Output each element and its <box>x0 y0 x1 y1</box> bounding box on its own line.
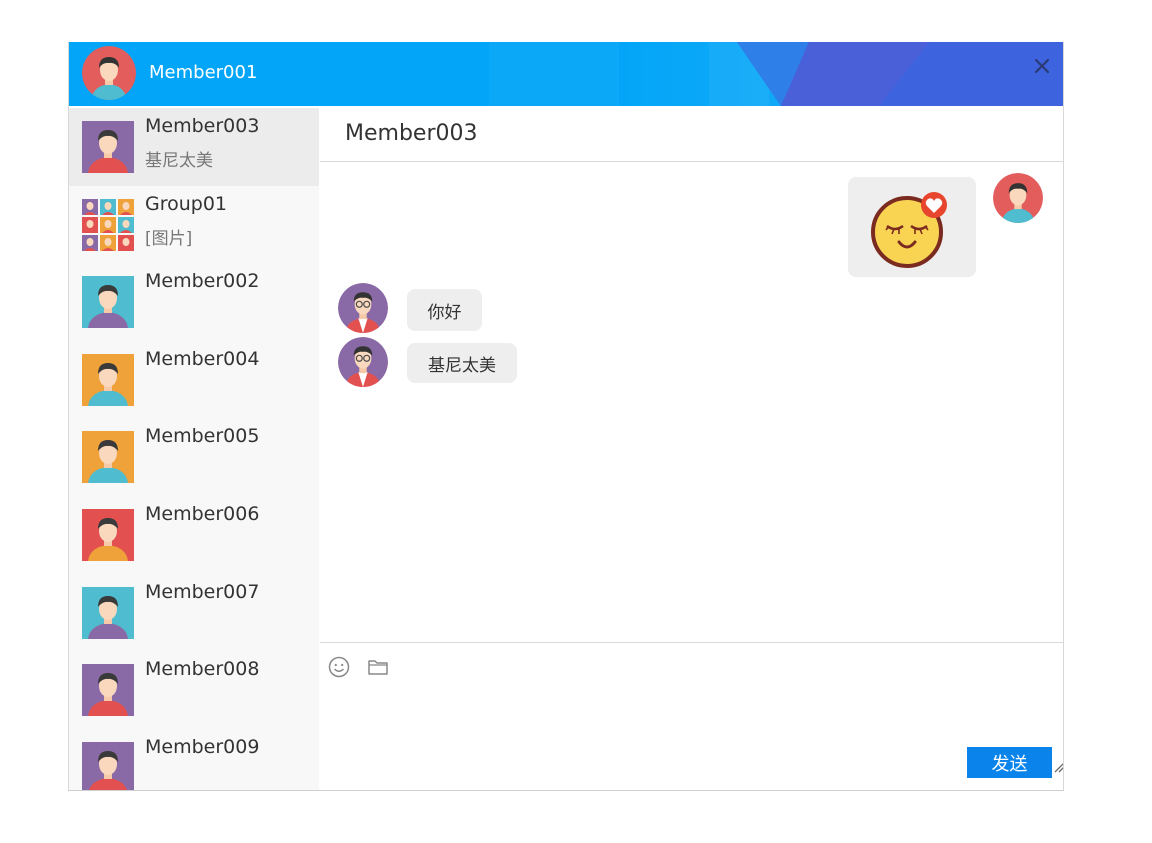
happy-face-heart-sticker <box>871 192 947 268</box>
contact-name: Member006 <box>145 503 260 525</box>
contact-item[interactable]: Member004 <box>69 341 319 419</box>
resize-grip-icon[interactable] <box>1052 759 1064 773</box>
contact-name: Member009 <box>145 735 260 758</box>
contact-avatar <box>82 586 134 639</box>
close-button[interactable] <box>1029 53 1055 79</box>
self-avatar[interactable] <box>82 46 136 100</box>
contact-item[interactable]: Member002 <box>69 263 319 341</box>
emoji-button[interactable] <box>327 655 351 679</box>
chat-header: Member003 <box>320 106 1063 162</box>
contact-name: Group01 <box>145 192 228 215</box>
contact-name: Member008 <box>145 658 260 681</box>
contact-avatar <box>82 664 134 717</box>
contact-item[interactable]: Member009 <box>69 729 319 790</box>
contact-avatar <box>82 431 134 484</box>
title-bar: Member001 <box>69 42 1063 106</box>
contact-avatar <box>82 741 134 790</box>
message-list: 你好 基尼太美 <box>320 162 1063 642</box>
contact-item[interactable]: Group01 [图片] <box>69 186 319 264</box>
self-name: Member001 <box>149 62 258 83</box>
message-input-area[interactable]: 发送 <box>320 642 1064 790</box>
send-button[interactable]: 发送 <box>967 747 1052 778</box>
contact-avatar <box>82 353 134 406</box>
self-message-avatar[interactable] <box>993 173 1043 223</box>
message-bubble[interactable]: 基尼太美 <box>407 343 517 383</box>
contact-item[interactable]: Member008 <box>69 651 319 729</box>
folder-icon <box>368 660 388 675</box>
contact-item[interactable]: Member006 <box>69 496 319 574</box>
contact-name: Member002 <box>145 270 260 293</box>
sticker-bubble[interactable] <box>848 177 976 277</box>
contact-last-message: 基尼太美 <box>145 151 213 171</box>
file-button[interactable] <box>366 655 390 679</box>
contact-avatar <box>82 121 134 173</box>
contact-item[interactable]: Member007 <box>69 574 319 652</box>
contact-name: Member003 <box>145 115 260 137</box>
group-avatar <box>82 198 134 251</box>
contact-item[interactable]: Member005 <box>69 418 319 496</box>
contact-message-avatar[interactable] <box>338 337 388 387</box>
chat-window: Member001 Member003 基尼太美 Group01 [图片] Member… <box>68 42 1064 791</box>
contact-avatar <box>82 509 134 561</box>
contact-name: Member007 <box>145 580 260 603</box>
contact-message-avatar[interactable] <box>338 283 388 333</box>
chat-title: Member003 <box>345 121 478 146</box>
contact-item[interactable]: Member003 基尼太美 <box>69 108 319 186</box>
contact-avatar <box>82 276 134 329</box>
contact-list: Member003 基尼太美 Group01 [图片] Member002 Member0… <box>69 108 319 790</box>
contact-name: Member004 <box>145 347 260 370</box>
close-icon <box>1034 58 1050 74</box>
contact-name: Member005 <box>145 425 260 448</box>
contact-last-message: [图片] <box>145 228 193 249</box>
emoji-icon <box>328 656 350 678</box>
message-bubble[interactable]: 你好 <box>407 289 482 331</box>
